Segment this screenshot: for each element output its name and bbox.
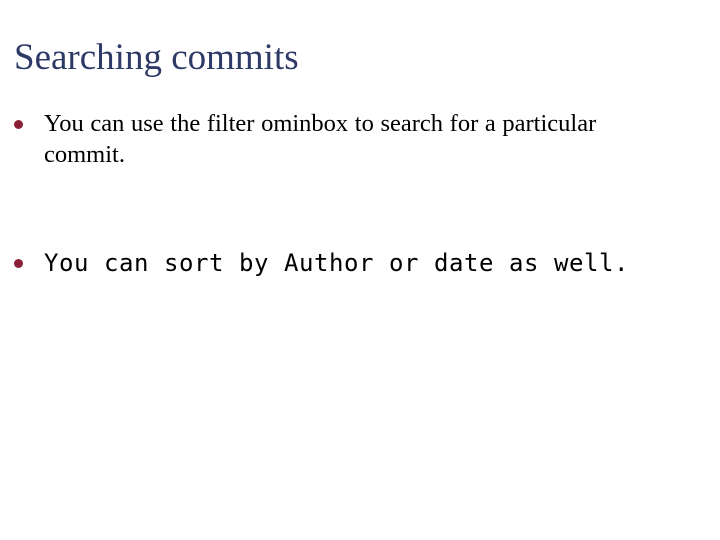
bullet-list: You can use the filter ominbox to search… [0,108,720,278]
list-item: You can sort by Author or date as well. [0,248,720,278]
bullet-point-icon [14,120,23,129]
page-title: Searching commits [14,37,299,78]
list-item-label: You can sort by Author or date as well. [44,249,629,277]
list-item-label: You can use the filter ominbox to search… [44,110,597,168]
list-spacer [0,170,720,248]
bullet-point-icon [14,259,23,268]
list-item: You can use the filter ominbox to search… [0,108,720,170]
slide-canvas: Searching commits You can use the filter… [0,0,720,540]
